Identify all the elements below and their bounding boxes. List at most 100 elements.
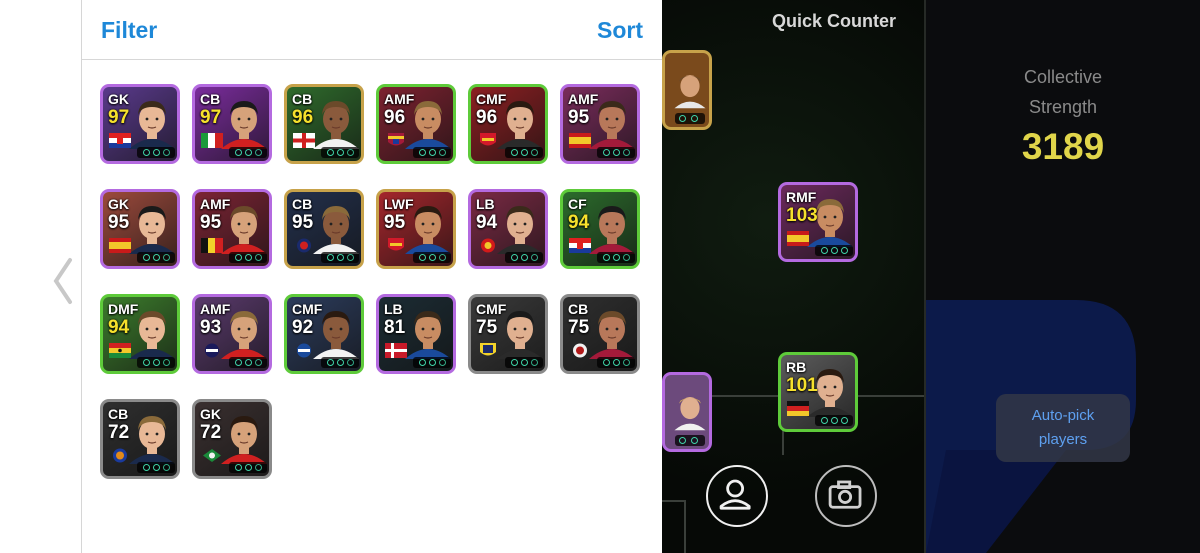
player-card[interactable]: GK 97 [100,84,180,164]
player-portrait [129,206,175,254]
player-rating: 92 [292,317,314,338]
skill-indicators [137,357,175,368]
player-card-inner: AMF 95 [563,87,637,161]
player-card-inner: CB 95 [287,192,361,266]
player-card[interactable]: CMF 96 [468,84,548,164]
field-player-card[interactable] [662,372,712,452]
collective-strength-label: Collective Strength [926,62,1200,122]
auto-pick-button[interactable]: Auto-pick players [996,394,1130,462]
skill-indicators [413,147,451,158]
skill-indicators [597,357,635,368]
player-card[interactable]: LB 81 [376,294,456,374]
left-gutter [0,0,82,553]
player-card[interactable]: GK 95 [100,189,180,269]
player-rating: 93 [200,317,222,338]
auto-pick-line-1: Auto-pick [1031,407,1095,424]
player-card-inner: GK 95 [103,192,177,266]
skill-indicators [597,147,635,158]
skill-indicators [137,147,175,158]
skill-indicators [675,435,705,446]
player-card[interactable]: CB 96 [284,84,364,164]
filter-button[interactable]: Filter [101,17,157,44]
player-position: LB [384,301,403,317]
player-rating: 95 [292,212,314,233]
player-rating: 96 [476,107,498,128]
player-position: RB [786,359,807,375]
player-rating: 96 [384,107,406,128]
player-card-inner: CB 96 [287,87,361,161]
player-card[interactable]: CMF 75 [468,294,548,374]
player-card[interactable]: DMF 94 [100,294,180,374]
pitch-line [662,500,686,502]
player-card[interactable]: CB 75 [560,294,640,374]
player-card[interactable]: LWF 95 [376,189,456,269]
player-card-inner: CMF 75 [471,297,545,371]
field-player-card[interactable]: RMF 103 [778,182,858,262]
player-position: CB [292,91,313,107]
player-card-inner: GK 72 [195,402,269,476]
nationality-flag-icon [201,343,223,358]
screenshot-button[interactable] [815,465,877,527]
player-card-inner: LB 81 [379,297,453,371]
player-rating: 97 [200,107,222,128]
nationality-flag-icon [385,343,407,358]
player-rating: 94 [108,317,130,338]
player-card[interactable]: AMF 95 [192,189,272,269]
player-card[interactable]: CB 97 [192,84,272,164]
skill-indicators [815,415,853,426]
player-list-panel: Filter Sort GK 97 CB 97 CB 96 AMF 96 CMF 96 AMF 95 G… [82,0,662,553]
player-position: AMF [200,301,231,317]
sort-button[interactable]: Sort [597,17,643,44]
field-player-card[interactable] [662,50,712,130]
player-portrait [313,206,359,254]
player-rating: 72 [200,422,222,443]
player-card[interactable]: CB 72 [100,399,180,479]
player-position: GK [200,406,221,422]
collective-line-1: Collective [1023,67,1103,87]
player-position: AMF [568,91,599,107]
nationality-flag-icon [385,238,407,253]
player-details-button[interactable] [706,465,768,527]
player-position: LB [476,196,495,212]
panel-header: Filter Sort [82,0,662,60]
player-portrait [589,311,635,359]
formation-area: Quick Counter Collective Strength 3189 A… [662,0,1200,553]
nationality-flag-icon [109,238,131,253]
skill-indicators [505,147,543,158]
nationality-flag-icon [569,133,591,148]
player-card[interactable]: CB 95 [284,189,364,269]
player-rating: 75 [476,317,498,338]
nationality-flag-icon [787,401,809,416]
player-card[interactable]: LB 94 [468,189,548,269]
nationality-flag-icon [477,343,499,358]
nationality-flag-icon [109,343,131,358]
player-card[interactable]: CMF 92 [284,294,364,374]
player-portrait [674,74,706,109]
nationality-flag-icon [569,343,591,358]
player-card-inner: CMF 96 [471,87,545,161]
player-card-inner: CMF 92 [287,297,361,371]
collective-strength-value: 3189 [1021,126,1105,167]
player-portrait [221,101,267,149]
chevron-left-icon[interactable] [50,256,76,306]
skill-indicators [321,252,359,263]
player-rating: 103 [786,205,818,226]
player-card[interactable]: CF 94 [560,189,640,269]
player-portrait [129,101,175,149]
player-card[interactable]: GK 72 [192,399,272,479]
field-player-card[interactable]: RB 101 [778,352,858,432]
player-card-inner: AMF 96 [379,87,453,161]
nationality-flag-icon [293,238,315,253]
nationality-flag-icon [569,238,591,253]
player-card[interactable]: AMF 95 [560,84,640,164]
player-card[interactable]: AMF 96 [376,84,456,164]
person-icon [719,479,751,510]
field-card-inner [665,53,709,127]
player-position: AMF [200,196,231,212]
player-rating: 95 [200,212,222,233]
pitch-line [684,500,686,553]
player-card[interactable]: AMF 93 [192,294,272,374]
nationality-flag-icon [293,343,315,358]
player-rating: 72 [108,422,130,443]
player-portrait [129,416,175,464]
